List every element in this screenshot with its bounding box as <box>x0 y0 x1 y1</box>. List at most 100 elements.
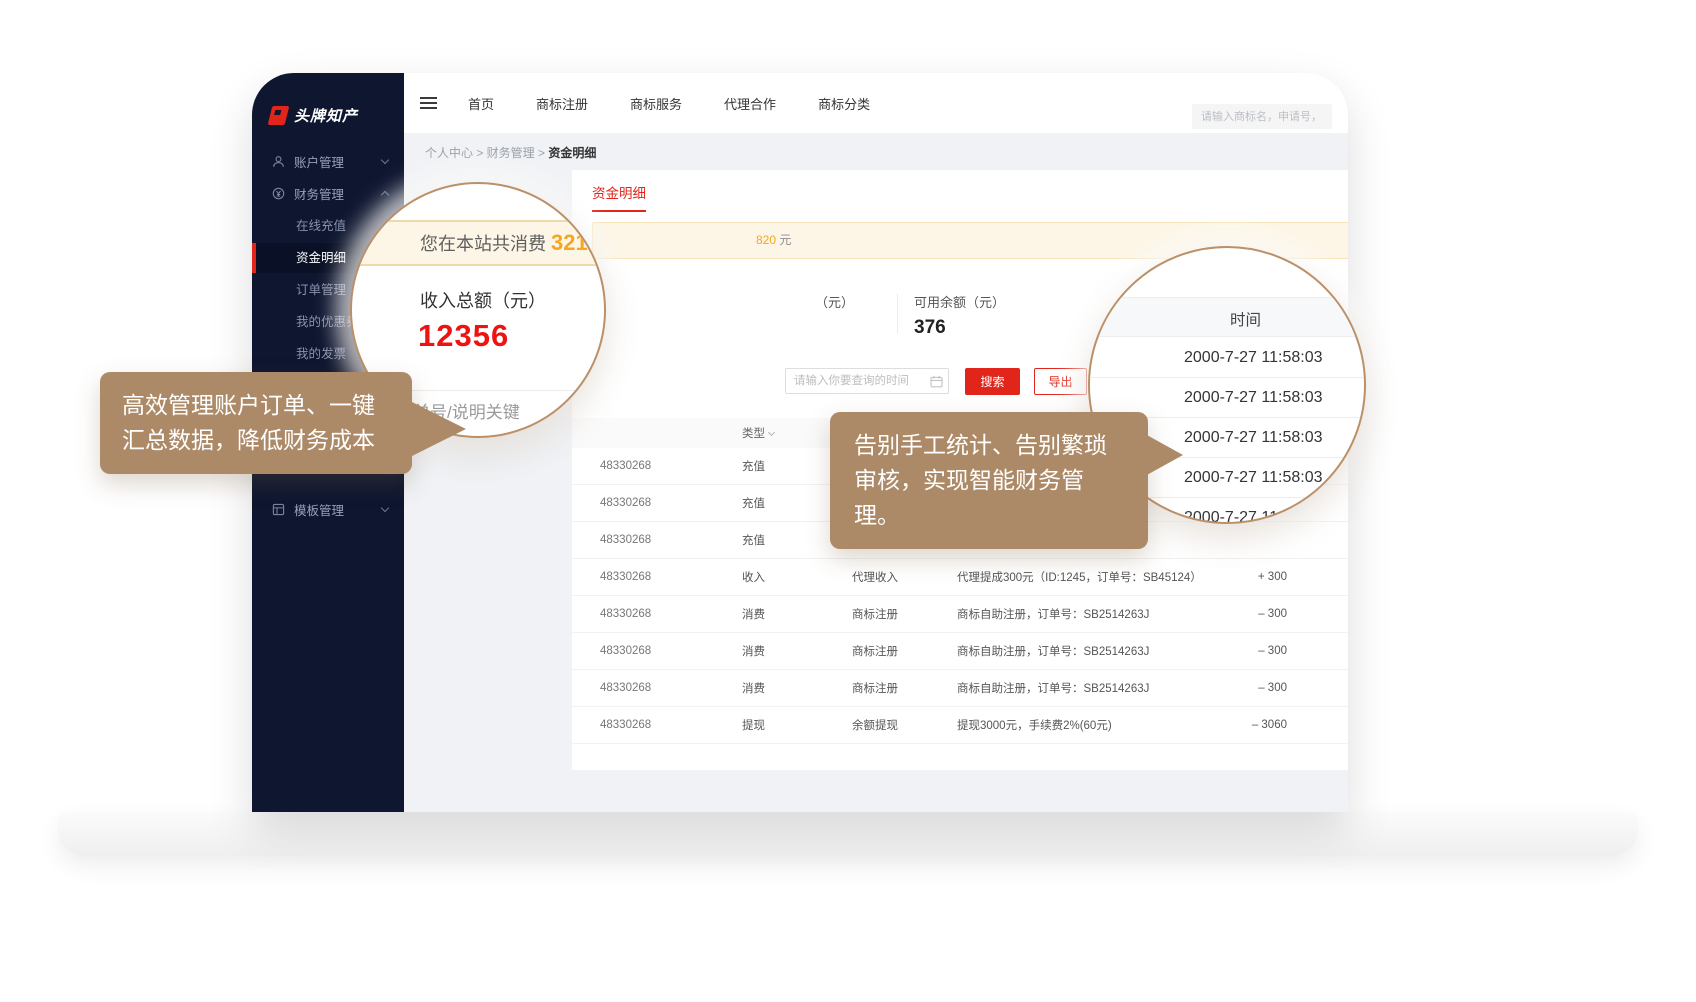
date-query-input[interactable] <box>785 368 949 394</box>
col-type-label: 类型 <box>742 428 765 440</box>
cell-order: 48330268 <box>600 645 651 657</box>
cell-type: 充值 <box>742 495 765 511</box>
nav-trademark-service[interactable]: 商标服务 <box>630 94 682 113</box>
sidebar-item-label: 模板管理 <box>294 500 344 519</box>
nav-links: 首页 商标注册 商标服务 代理合作 商标分类 <box>468 73 870 133</box>
breadcrumb-current: 资金明细 <box>548 146 596 160</box>
cell-type: 充值 <box>742 458 765 474</box>
cell-amount: – 300 <box>1192 645 1287 657</box>
cell-balance: ¥ 12231 <box>1284 571 1348 583</box>
sidebar-item-finance[interactable]: 财务管理 <box>252 179 404 207</box>
user-icon <box>272 155 285 168</box>
magnified-income-label: 收入总额（元） <box>420 287 546 313</box>
chevron-up-icon <box>381 190 389 198</box>
laptop-base <box>58 812 1638 856</box>
cell-balance: ¥ 12231 <box>1284 719 1348 731</box>
magnified-time: 2000-7-27 11:58:03 <box>1184 389 1322 407</box>
col-type[interactable]: 类型 <box>742 425 774 441</box>
stat-balance: 可用余额（元） 376 <box>914 292 1005 339</box>
stat-expense-label: （元） <box>815 292 854 311</box>
magnified-time: 2000-7-27 11:58:03 <box>1184 469 1322 487</box>
magnified-time-row: 2000-7-27 11:58:03 <box>1090 338 1364 378</box>
cell-amount: – 3060 <box>1192 719 1287 731</box>
nav-agent-coop[interactable]: 代理合作 <box>724 94 776 113</box>
brand: 头牌知产 <box>270 105 358 126</box>
magnified-banner-label: 您在本站共消费 <box>420 234 551 254</box>
cell-project: 余额提现 <box>852 717 898 733</box>
breadcrumb: 个人中心 > 财务管理 > 资金明细 <box>425 144 596 161</box>
trademark-search-input[interactable] <box>1192 104 1332 129</box>
magnified-time-header: 时间 <box>1230 308 1261 330</box>
cell-balance: ¥ 12231 <box>1284 645 1348 657</box>
cell-type: 消费 <box>742 680 765 696</box>
chevron-down-icon <box>381 155 389 163</box>
cell-order: 48330268 <box>600 460 651 472</box>
brand-logo-icon <box>268 106 290 125</box>
cell-project: 商标注册 <box>852 643 898 659</box>
stats-divider <box>897 294 898 334</box>
callout-right: 告别手工统计、告别繁琐审核，实现智能财务管理。 <box>830 412 1148 549</box>
nav-home[interactable]: 首页 <box>468 94 494 113</box>
page: 头牌知产 账户管理 财务管理 在线充值 资金明细 订单管理 我的优惠券 我的发票… <box>0 0 1696 1002</box>
search-button[interactable]: 搜索 <box>965 368 1020 395</box>
table-row[interactable]: 48330268 消费 商标注册 商标自助注册，订单号：SB2514263J –… <box>572 596 1348 633</box>
stat-balance-label: 可用余额（元） <box>914 292 1005 311</box>
banner-fragment-value: 820 <box>756 233 776 247</box>
nav-trademark-register[interactable]: 商标注册 <box>536 94 588 113</box>
cell-type: 充值 <box>742 532 765 548</box>
template-icon <box>272 503 285 516</box>
brand-name: 头牌知产 <box>294 105 358 126</box>
chevron-down-icon <box>381 503 389 511</box>
cell-balance: ¥ 12231 <box>1284 682 1348 694</box>
finance-icon <box>272 187 285 200</box>
stat-balance-value: 376 <box>914 317 1005 339</box>
hamburger-icon[interactable] <box>420 97 437 112</box>
callout-left-arrow <box>408 400 466 458</box>
magnified-time: 2000-7-27 11:58:03 <box>1184 349 1322 367</box>
magnified-banner: 您在本站共消费 32124 <box>352 220 604 266</box>
cell-type: 提现 <box>742 717 765 733</box>
cell-desc: 代理提成300元（ID:1245，订单号：SB45124） <box>957 569 1202 585</box>
tab-funds-detail[interactable]: 资金明细 <box>592 182 646 212</box>
table-row[interactable]: 48330268 收入 代理收入 代理提成300元（ID:1245，订单号：SB… <box>572 559 1348 596</box>
cell-project: 商标注册 <box>852 606 898 622</box>
top-navbar: 首页 商标注册 商标服务 代理合作 商标分类 <box>404 73 1348 133</box>
magnified-banner-value: 32124 <box>551 230 606 255</box>
sidebar-item-template[interactable]: 模板管理 <box>252 495 404 523</box>
magnified-time: 2000-7-27 11:58:03 <box>1184 509 1322 525</box>
cell-type: 收入 <box>742 569 765 585</box>
breadcrumb-path: 个人中心 > 财务管理 > <box>425 146 545 160</box>
cell-amount: – 300 <box>1192 608 1287 620</box>
cell-type: 消费 <box>742 606 765 622</box>
sidebar-item-label: 账户管理 <box>294 152 344 171</box>
cell-amount: – 300 <box>1192 682 1287 694</box>
cell-project: 商标注册 <box>852 680 898 696</box>
cell-desc: 提现3000元，手续费2%(60元) <box>957 717 1112 733</box>
nav-trademark-class[interactable]: 商标分类 <box>818 94 870 113</box>
cell-desc: 商标自助注册，订单号：SB2514263J <box>957 606 1149 622</box>
cell-desc: 商标自助注册，订单号：SB2514263J <box>957 643 1149 659</box>
magnified-income-value: 12356 <box>418 318 509 354</box>
cell-desc: 商标自助注册，订单号：SB2514263J <box>957 680 1149 696</box>
sort-icon <box>768 429 775 436</box>
sidebar-item-account[interactable]: 账户管理 <box>252 147 404 175</box>
table-row[interactable]: 48330268 消费 商标注册 商标自助注册，订单号：SB2514263J –… <box>572 670 1348 707</box>
cell-balance: ¥ 12231 <box>1284 608 1348 620</box>
cell-order: 48330268 <box>600 534 651 546</box>
cell-order: 48330268 <box>600 719 651 731</box>
magnified-time: 2000-7-27 11:58:03 <box>1184 429 1322 447</box>
export-button[interactable]: 导出 <box>1034 368 1087 395</box>
table-row[interactable]: 48330268 消费 商标注册 商标自助注册，订单号：SB2514263J –… <box>572 633 1348 670</box>
banner-fragment-unit: 元 <box>776 233 791 247</box>
magnified-time-header-band <box>1090 297 1364 337</box>
cell-order: 48330268 <box>600 497 651 509</box>
cell-project: 代理收入 <box>852 569 898 585</box>
cell-order: 48330268 <box>600 608 651 620</box>
stat-expense: （元） <box>815 292 854 311</box>
table-row[interactable]: 48330268 提现 余额提现 提现3000元，手续费2%(60元) – 30… <box>572 707 1348 744</box>
cell-amount: + 300 <box>1192 571 1287 583</box>
callout-left: 高效管理账户订单、一键汇总数据，降低财务成本 <box>100 372 412 474</box>
sidebar-item-label: 财务管理 <box>294 184 344 203</box>
calendar-icon[interactable] <box>930 375 943 388</box>
cell-type: 消费 <box>742 643 765 659</box>
